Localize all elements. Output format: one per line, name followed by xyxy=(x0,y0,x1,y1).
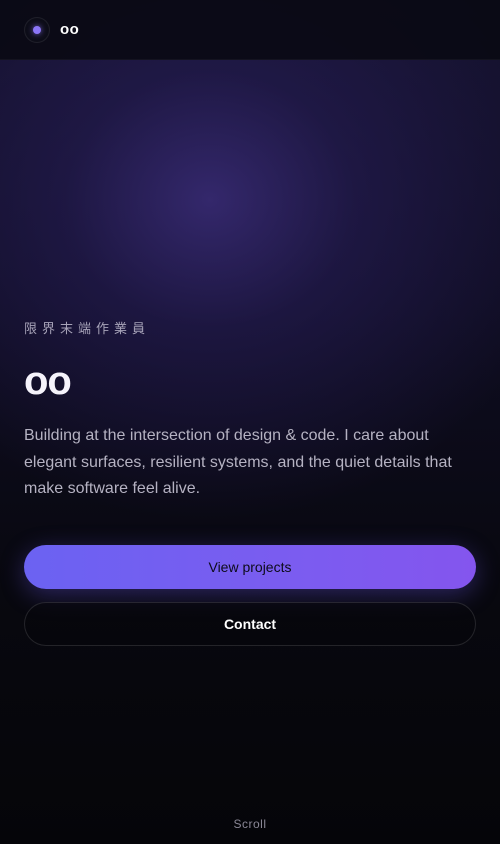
top-bar: oo xyxy=(0,0,500,60)
dot-logo-icon xyxy=(33,25,41,34)
hero-description: Building at the intersection of design &… xyxy=(24,427,452,497)
brand-name[interactable]: oo xyxy=(60,21,79,38)
page: oo 限界末端作業員 oo Building at the intersecti… xyxy=(0,0,500,844)
hero-eyebrow: 限界末端作業員 xyxy=(24,322,151,337)
hero-section: 限界末端作業員 oo Building at the intersection … xyxy=(24,318,476,503)
view-projects-button[interactable]: View projects xyxy=(24,545,476,589)
contact-button[interactable]: Contact xyxy=(24,602,476,646)
hero-title: oo xyxy=(24,359,72,403)
logo[interactable] xyxy=(24,16,50,43)
scroll-indicator[interactable]: Scroll xyxy=(0,817,500,831)
